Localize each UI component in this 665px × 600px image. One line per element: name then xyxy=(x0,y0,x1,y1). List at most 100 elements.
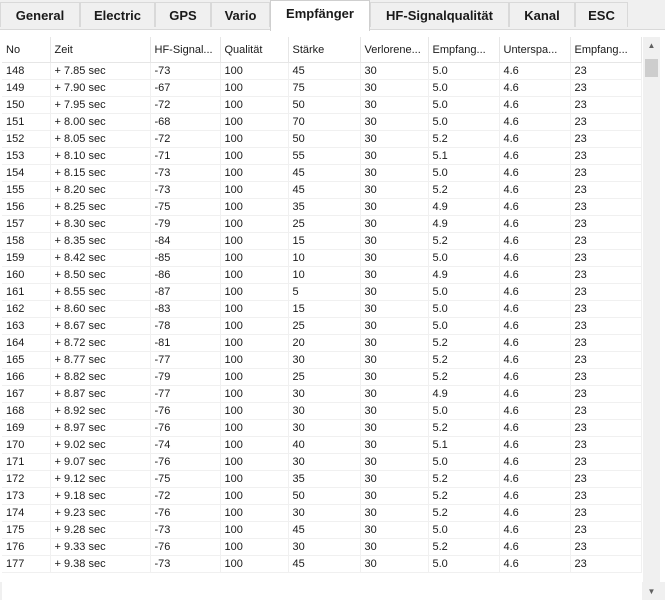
table-row[interactable]: 172 + 9.12 sec -75 100 35 30 5.2 4.6 23 xyxy=(2,470,642,488)
table-cell: + 7.95 sec xyxy=(50,96,151,114)
table-cell: 23 xyxy=(570,300,642,318)
tab-hf-signalqualitaet[interactable]: HF-Signalqualität xyxy=(370,2,509,27)
table-cell: 167 xyxy=(2,385,51,403)
table-cell: + 8.10 sec xyxy=(50,147,151,165)
table-cell: 5.2 xyxy=(428,470,500,488)
tab-esc[interactable]: ESC xyxy=(575,2,628,27)
scroll-up-icon[interactable]: ▲ xyxy=(643,37,660,54)
table-cell: -77 xyxy=(150,351,221,369)
column-header[interactable]: No xyxy=(2,37,51,63)
table-row[interactable]: 165 + 8.77 sec -77 100 30 30 5.2 4.6 23 xyxy=(2,351,642,369)
table-cell: 45 xyxy=(288,181,361,199)
table-row[interactable]: 161 + 8.55 sec -87 100 5 30 5.0 4.6 23 xyxy=(2,283,642,301)
table-row[interactable]: 148 + 7.85 sec -73 100 45 30 5.0 4.6 23 xyxy=(2,62,642,80)
table-cell: 100 xyxy=(220,181,289,199)
table-cell: 23 xyxy=(570,96,642,114)
table-row[interactable]: 177 + 9.38 sec -73 100 45 30 5.0 4.6 23 xyxy=(2,555,642,573)
table-cell: 5.0 xyxy=(428,283,500,301)
table-row[interactable]: 151 + 8.00 sec -68 100 70 30 5.0 4.6 23 xyxy=(2,113,642,131)
column-header[interactable]: Verlorene... xyxy=(360,37,429,63)
table-cell: 30 xyxy=(288,402,361,420)
table-row[interactable]: 168 + 8.92 sec -76 100 30 30 5.0 4.6 23 xyxy=(2,402,642,420)
table-cell: 30 xyxy=(360,453,429,471)
column-header[interactable]: Zeit xyxy=(50,37,151,63)
table-cell: 4.6 xyxy=(499,130,571,148)
tab-vario[interactable]: Vario xyxy=(211,2,270,27)
table-cell: 4.6 xyxy=(499,181,571,199)
table-cell: 30 xyxy=(360,79,429,97)
table-cell: 157 xyxy=(2,215,51,233)
table-row[interactable]: 175 + 9.28 sec -73 100 45 30 5.0 4.6 23 xyxy=(2,521,642,539)
table-row[interactable]: 159 + 8.42 sec -85 100 10 30 5.0 4.6 23 xyxy=(2,249,642,267)
table-cell: -76 xyxy=(150,504,221,522)
table-cell: 23 xyxy=(570,504,642,522)
table-cell: 100 xyxy=(220,215,289,233)
table-row[interactable]: 174 + 9.23 sec -76 100 30 30 5.2 4.6 23 xyxy=(2,504,642,522)
table-row[interactable]: 163 + 8.67 sec -78 100 25 30 5.0 4.6 23 xyxy=(2,317,642,335)
table-cell: 23 xyxy=(570,538,642,556)
scroll-down-icon[interactable]: ▼ xyxy=(643,583,660,600)
table-cell: 165 xyxy=(2,351,51,369)
table-cell: -72 xyxy=(150,130,221,148)
tab-general[interactable]: General xyxy=(0,2,80,27)
table-row[interactable]: 166 + 8.82 sec -79 100 25 30 5.2 4.6 23 xyxy=(2,368,642,386)
table-cell: 5.2 xyxy=(428,232,500,250)
table-cell: + 8.05 sec xyxy=(50,130,151,148)
tab-gps[interactable]: GPS xyxy=(155,2,211,27)
table-row[interactable]: 164 + 8.72 sec -81 100 20 30 5.2 4.6 23 xyxy=(2,334,642,352)
table-cell: 23 xyxy=(570,317,642,335)
table-cell: 5.0 xyxy=(428,79,500,97)
table-cell: 148 xyxy=(2,62,51,80)
table-cell: 154 xyxy=(2,164,51,182)
table-row[interactable]: 162 + 8.60 sec -83 100 15 30 5.0 4.6 23 xyxy=(2,300,642,318)
table-row[interactable]: 158 + 8.35 sec -84 100 15 30 5.2 4.6 23 xyxy=(2,232,642,250)
table-row[interactable]: 176 + 9.33 sec -76 100 30 30 5.2 4.6 23 xyxy=(2,538,642,556)
table-cell: 23 xyxy=(570,470,642,488)
table-cell: 30 xyxy=(360,368,429,386)
table-cell: -76 xyxy=(150,402,221,420)
tab-empfaenger[interactable]: Empfänger xyxy=(270,0,370,31)
table-cell: 152 xyxy=(2,130,51,148)
table-cell: 4.9 xyxy=(428,266,500,284)
table-row[interactable]: 149 + 7.90 sec -67 100 75 30 5.0 4.6 23 xyxy=(2,79,642,97)
table-cell: 30 xyxy=(360,385,429,403)
table-cell: 4.6 xyxy=(499,164,571,182)
column-header[interactable]: Empfang... xyxy=(428,37,500,63)
table-row[interactable]: 155 + 8.20 sec -73 100 45 30 5.2 4.6 23 xyxy=(2,181,642,199)
column-header[interactable]: Stärke xyxy=(288,37,361,63)
table-cell: 4.6 xyxy=(499,334,571,352)
tab-kanal[interactable]: Kanal xyxy=(509,2,575,27)
column-header[interactable]: Unterspa... xyxy=(499,37,571,63)
table-cell: 100 xyxy=(220,504,289,522)
vertical-scrollbar[interactable]: ▲ ▼ xyxy=(643,37,660,600)
table-row[interactable]: 154 + 8.15 sec -73 100 45 30 5.0 4.6 23 xyxy=(2,164,642,182)
table-cell: 35 xyxy=(288,198,361,216)
table-cell: 100 xyxy=(220,130,289,148)
scrollbar-thumb[interactable] xyxy=(645,59,658,77)
column-header[interactable]: Qualität xyxy=(220,37,289,63)
table-row[interactable]: 160 + 8.50 sec -86 100 10 30 4.9 4.6 23 xyxy=(2,266,642,284)
table-cell: 4.6 xyxy=(499,79,571,97)
data-grid[interactable]: No Zeit HF-Signal... Qualität Stärke Verloren… xyxy=(2,37,642,600)
table-cell: 10 xyxy=(288,266,361,284)
table-row[interactable]: 169 + 8.97 sec -76 100 30 30 5.2 4.6 23 xyxy=(2,419,642,437)
table-row[interactable]: 153 + 8.10 sec -71 100 55 30 5.1 4.6 23 xyxy=(2,147,642,165)
tab-electric[interactable]: Electric xyxy=(80,2,155,27)
table-cell: 174 xyxy=(2,504,51,522)
table-row[interactable]: 171 + 9.07 sec -76 100 30 30 5.0 4.6 23 xyxy=(2,453,642,471)
table-row[interactable]: 157 + 8.30 sec -79 100 25 30 4.9 4.6 23 xyxy=(2,215,642,233)
table-cell: 4.6 xyxy=(499,283,571,301)
table-row[interactable]: 170 + 9.02 sec -74 100 40 30 5.1 4.6 23 xyxy=(2,436,642,454)
table-cell: 4.9 xyxy=(428,198,500,216)
column-header[interactable]: Empfang... xyxy=(570,37,642,63)
table-cell: -68 xyxy=(150,113,221,131)
table-row[interactable]: 152 + 8.05 sec -72 100 50 30 5.2 4.6 23 xyxy=(2,130,642,148)
table-cell: 168 xyxy=(2,402,51,420)
column-header[interactable]: HF-Signal... xyxy=(150,37,221,63)
table-row[interactable]: 167 + 8.87 sec -77 100 30 30 4.9 4.6 23 xyxy=(2,385,642,403)
table-cell: 30 xyxy=(360,317,429,335)
table-cell: 100 xyxy=(220,368,289,386)
table-row[interactable]: 150 + 7.95 sec -72 100 50 30 5.0 4.6 23 xyxy=(2,96,642,114)
table-row[interactable]: 173 + 9.18 sec -72 100 50 30 5.2 4.6 23 xyxy=(2,487,642,505)
table-row[interactable]: 156 + 8.25 sec -75 100 35 30 4.9 4.6 23 xyxy=(2,198,642,216)
